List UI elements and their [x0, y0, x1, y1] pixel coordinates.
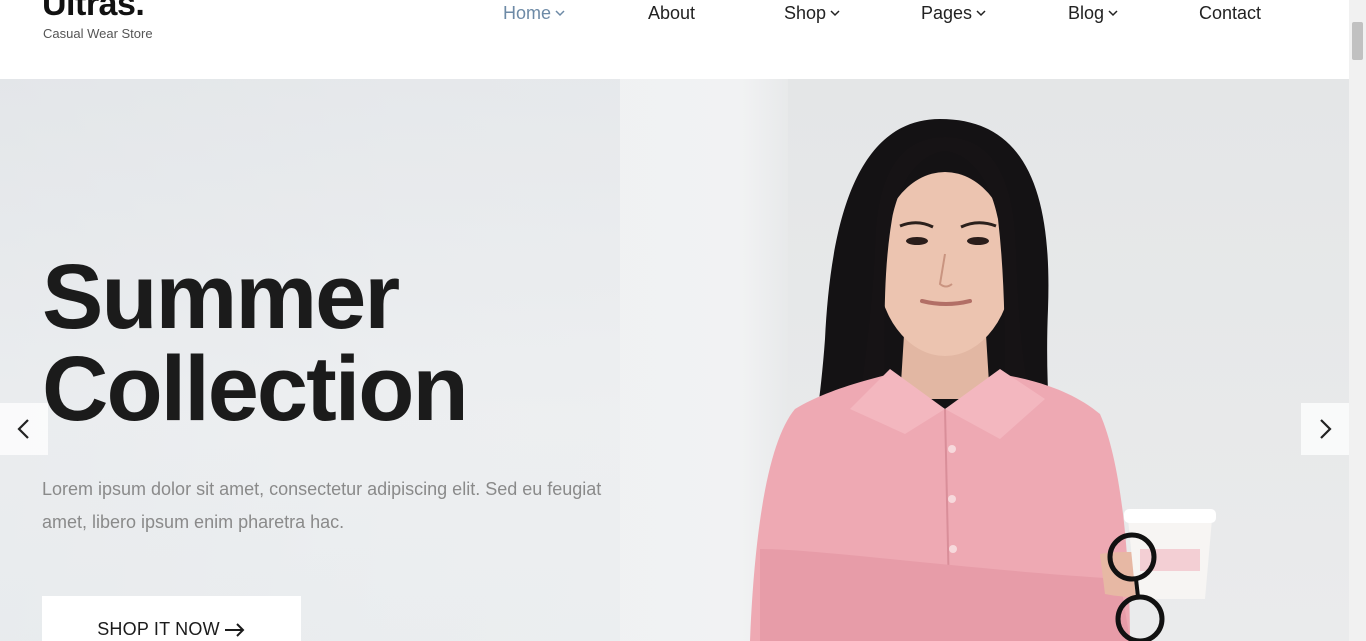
- chevron-right-icon: [1320, 419, 1332, 439]
- nav-item-about[interactable]: About: [648, 2, 695, 24]
- hero-title-line-2: Collection: [42, 338, 469, 440]
- nav-item-shop[interactable]: Shop: [784, 2, 841, 24]
- chevron-down-icon: [1108, 10, 1118, 17]
- hero-slider: Summer Collection Lorem ipsum dolor sit …: [0, 79, 1349, 641]
- shop-it-now-button[interactable]: SHOP IT NOW: [42, 596, 301, 641]
- scrollbar-thumb[interactable]: [1352, 22, 1363, 60]
- nav-item-contact[interactable]: Contact: [1199, 2, 1261, 24]
- slider-prev-button[interactable]: [0, 403, 48, 455]
- chevron-left-icon: [17, 419, 29, 439]
- hero-model-image: [750, 119, 1216, 641]
- nav-item-blog[interactable]: Blog: [1068, 2, 1119, 24]
- nav-item-label: About: [648, 2, 696, 23]
- nav-item-label: Contact: [1199, 2, 1262, 23]
- hero-title: Summer Collection: [42, 246, 469, 440]
- nav-item-label: Shop: [784, 2, 827, 23]
- page: Ultras. Casual Wear Store Home About Sho…: [0, 0, 1366, 641]
- site-header: Ultras. Casual Wear Store Home About Sho…: [0, 0, 1349, 79]
- nav-item-home[interactable]: Home: [503, 2, 566, 24]
- shop-button-label: SHOP IT NOW: [97, 619, 220, 639]
- page-scrollbar[interactable]: [1349, 0, 1366, 641]
- hero-description: Lorem ipsum dolor sit amet, consectetur …: [42, 479, 602, 532]
- nav-item-label: Blog: [1068, 2, 1105, 23]
- nav-item-label: Home: [503, 2, 552, 23]
- logo[interactable]: Ultras.: [42, 0, 145, 22]
- slider-next-button[interactable]: [1301, 403, 1349, 455]
- hero-title-line-1: Summer: [42, 246, 400, 348]
- chevron-down-icon: [830, 10, 840, 17]
- nav-item-pages[interactable]: Pages: [921, 2, 987, 24]
- chevron-down-icon: [555, 10, 565, 17]
- logo-tagline: Casual Wear Store: [43, 26, 153, 41]
- nav-item-label: Pages: [921, 2, 973, 23]
- chevron-down-icon: [976, 10, 986, 17]
- arrow-right-icon: [224, 623, 245, 637]
